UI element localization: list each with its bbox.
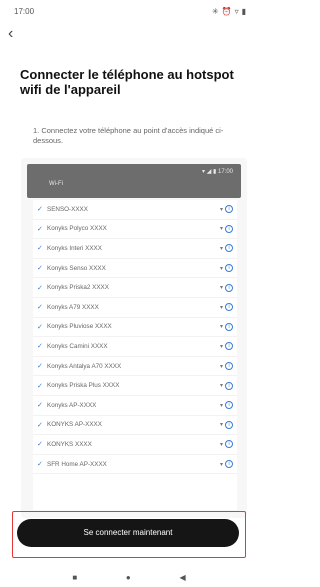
back-arrow-icon[interactable]: ‹ (8, 26, 24, 42)
check-icon: ✓ (37, 441, 43, 449)
wifi-network-item[interactable]: ✓ Konyks Antalya A70 XXXX ▾ i (33, 357, 237, 377)
wifi-signal-icon: ▾ (219, 441, 223, 448)
info-icon[interactable]: i (225, 322, 233, 331)
status-icons: ✳ ⏰ ▿ ▮ (212, 7, 246, 16)
wifi-network-name: Konyks Antalya A70 XXXX (47, 362, 122, 370)
wifi-network-item[interactable]: ✓ KONYKS AP-XXXX ▾ i (33, 416, 237, 436)
instruction-text: 1. Connectez votre téléphone au point d'… (33, 126, 224, 145)
check-icon: ✓ (37, 284, 43, 292)
mock-status-icons: ▾ ◢ ▮ 17:00 (202, 169, 233, 175)
info-icon[interactable]: i (225, 283, 233, 292)
wifi-signal-icon: ▾ (219, 206, 223, 213)
mock-header-label: Wi-Fi (49, 181, 63, 187)
wifi-network-name: Konyks Interi XXXX (47, 244, 102, 252)
wifi-network-name: SFR Home AP-XXXX (47, 460, 107, 468)
status-time: 17:00 (14, 6, 35, 16)
wifi-network-item[interactable]: ✓ Konyks AP-XXXX ▾ i (33, 396, 237, 416)
check-icon: ✓ (37, 225, 43, 233)
check-icon: ✓ (37, 402, 43, 410)
info-icon[interactable]: i (225, 460, 233, 469)
wifi-network-item[interactable]: ✓ Konyks Camini XXXX ▾ i (33, 337, 237, 357)
wifi-network-item[interactable]: ✓ Konyks Priska Plus XXXX ▾ i (33, 376, 237, 396)
wifi-network-item[interactable]: ✓ Konyks Pluviose XXXX ▾ i (33, 318, 237, 338)
check-icon: ✓ (37, 323, 43, 331)
wifi-signal-icon: ▾ (219, 343, 223, 350)
info-icon[interactable]: i (225, 440, 233, 449)
wifi-network-item[interactable]: ✓ Konyks Priska2 XXXX ▾ i (33, 278, 237, 298)
info-icon[interactable]: i (225, 362, 233, 371)
wifi-signal-icon: ▾ (219, 265, 223, 272)
wifi-network-name: Konyks Pluviose XXXX (47, 323, 112, 331)
alarm-icon: ⏰ (221, 6, 232, 16)
wifi-network-list: ✓ SENSO-XXXX ▾ i ✓ Konyks Polyco XXXX ▾ i ✓ Konyk… (33, 200, 237, 510)
wifi-network-item[interactable]: ✓ KONYKS XXXX ▾ i (33, 435, 237, 455)
wifi-network-name: Konyks Senso XXXX (47, 264, 106, 272)
info-icon[interactable]: i (225, 381, 233, 390)
check-icon: ✓ (37, 461, 43, 469)
wifi-signal-icon: ▾ (219, 285, 223, 292)
wifi-signal-icon: ▾ (219, 324, 223, 331)
wifi-network-name: Konyks Camini XXXX (47, 342, 108, 350)
check-icon: ✓ (37, 245, 43, 253)
info-icon[interactable]: i (225, 342, 233, 351)
check-icon: ✓ (37, 382, 43, 390)
info-icon[interactable]: i (225, 401, 233, 410)
wifi-network-name: KONYKS AP-XXXX (47, 421, 102, 429)
info-icon[interactable]: i (225, 264, 233, 273)
check-icon: ✓ (37, 421, 43, 429)
wifi-network-name: Konyks Priska2 XXXX (47, 284, 109, 292)
status-bar: 17:00 ✳ ⏰ ▿ ▮ (0, 0, 258, 22)
wifi-signal-icon: ▾ (219, 363, 223, 370)
wifi-signal-icon: ▾ (219, 226, 223, 233)
check-icon: ✓ (37, 206, 43, 214)
wifi-signal-icon: ▾ (219, 422, 223, 429)
wifi-signal-icon: ▾ (219, 461, 223, 468)
bluetooth-icon: ✳ (211, 6, 219, 16)
page-title: Connecter le téléphone au hotspot wifi d… (20, 67, 234, 97)
wifi-network-name: SENSO-XXXX (47, 205, 88, 213)
recents-icon[interactable]: ■ (72, 573, 77, 582)
back-icon[interactable]: ◀ (179, 573, 185, 582)
wifi-network-item[interactable]: ✓ SFR Home AP-XXXX ▾ i (33, 455, 237, 475)
battery-icon: ▮ (241, 6, 246, 16)
wifi-network-item[interactable]: ✓ Konyks Interi XXXX ▾ i (33, 239, 237, 259)
info-icon[interactable]: i (225, 205, 233, 214)
wifi-network-item[interactable]: ✓ SENSO-XXXX ▾ i (33, 200, 237, 220)
home-icon[interactable]: ● (126, 573, 131, 582)
check-icon: ✓ (37, 265, 43, 273)
system-nav-bar: ■ ● ◀ (0, 567, 258, 587)
info-icon[interactable]: i (225, 420, 233, 429)
wifi-signal-icon: ▾ (219, 245, 223, 252)
phone-screenshot-illustration: ▾ ◢ ▮ 17:00 Wi-Fi ✓ SENSO-XXXX ▾ i ✓ Konyks P… (21, 158, 247, 518)
wifi-signal-icon: ▾ (219, 304, 223, 311)
wifi-network-name: KONYKS XXXX (47, 440, 92, 448)
mock-wifi-header: ▾ ◢ ▮ 17:00 Wi-Fi (27, 164, 241, 198)
check-icon: ✓ (37, 304, 43, 312)
wifi-network-name: Konyks Polyco XXXX (47, 225, 107, 233)
connect-now-button[interactable]: Se connecter maintenant (17, 519, 239, 547)
info-icon[interactable]: i (225, 224, 233, 233)
info-icon[interactable]: i (225, 303, 233, 312)
wifi-signal-icon: ▾ (219, 402, 223, 409)
check-icon: ✓ (37, 363, 43, 371)
wifi-icon: ▿ (234, 6, 239, 16)
wifi-network-item[interactable]: ✓ Konyks Senso XXXX ▾ i (33, 259, 237, 279)
wifi-network-item[interactable]: ✓ Konyks Polyco XXXX ▾ i (33, 220, 237, 240)
wifi-network-name: Konyks Priska Plus XXXX (47, 382, 120, 390)
info-icon[interactable]: i (225, 244, 233, 253)
check-icon: ✓ (37, 343, 43, 351)
wifi-network-name: Konyks A79 XXXX (47, 303, 99, 311)
wifi-network-name: Konyks AP-XXXX (47, 401, 97, 409)
wifi-signal-icon: ▾ (219, 383, 223, 390)
wifi-network-item[interactable]: ✓ Konyks A79 XXXX ▾ i (33, 298, 237, 318)
